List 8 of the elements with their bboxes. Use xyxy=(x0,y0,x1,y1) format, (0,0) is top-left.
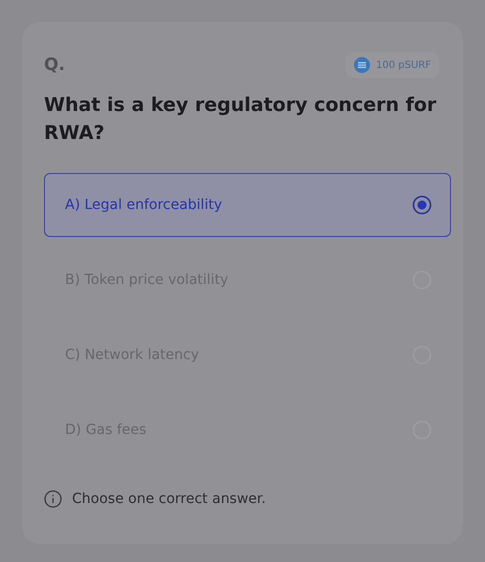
answer-option[interactable]: A) Legal enforceability xyxy=(44,173,451,238)
reward-amount: 100 pSURF xyxy=(376,60,431,70)
question-number: Q. xyxy=(44,55,65,75)
radio-button[interactable] xyxy=(412,195,432,216)
question-text: What is a key regulatory concern for RWA? xyxy=(44,93,438,146)
hint-text: Choose one correct answer. xyxy=(72,491,266,508)
coin-icon xyxy=(354,57,370,73)
info-icon xyxy=(44,490,62,508)
